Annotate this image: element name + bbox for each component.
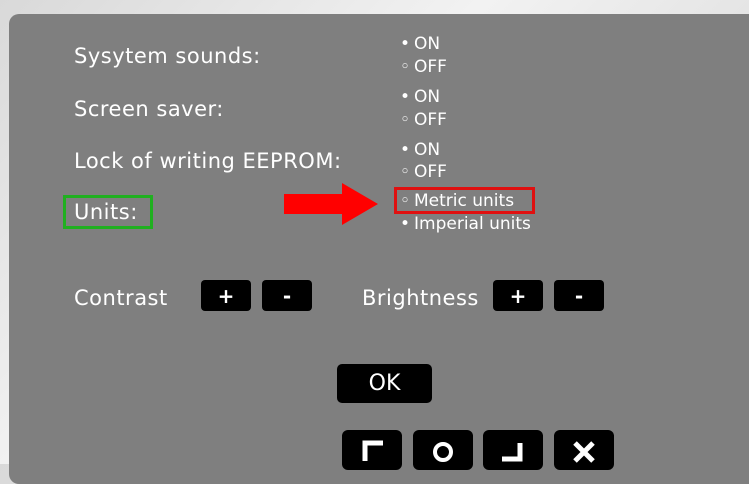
option-label: Metric units	[414, 191, 515, 211]
imperial-units-option[interactable]: • Imperial units	[400, 214, 531, 234]
radio-unselected-icon: ◦	[400, 57, 411, 77]
radio-unselected-icon: ◦	[400, 110, 411, 130]
units-label: Units:	[74, 200, 138, 224]
radio-unselected-icon: ◦	[400, 162, 411, 182]
radio-selected-icon: •	[400, 214, 411, 234]
contrast-minus-button[interactable]: -	[262, 280, 312, 311]
radio-unselected-icon: ◦	[400, 191, 411, 211]
nav-corner-bottom-right-button[interactable]	[483, 430, 543, 470]
brightness-plus-button[interactable]: +	[493, 280, 543, 311]
ok-button[interactable]: OK	[337, 364, 432, 403]
eeprom-lock-on-option[interactable]: • ON	[400, 140, 440, 160]
contrast-label: Contrast	[74, 286, 168, 310]
option-label: OFF	[414, 57, 447, 77]
eeprom-lock-off-option[interactable]: ◦ OFF	[400, 162, 447, 182]
radio-selected-icon: •	[400, 140, 411, 160]
contrast-plus-button[interactable]: +	[201, 280, 251, 311]
circle-icon	[433, 442, 453, 462]
brightness-label: Brightness	[362, 286, 479, 310]
metric-units-option[interactable]: ◦ Metric units	[400, 191, 514, 211]
system-sounds-label: Sysytem sounds:	[74, 44, 261, 68]
screen-saver-label: Screen saver:	[74, 97, 224, 121]
option-label: Imperial units	[414, 214, 531, 234]
radio-selected-icon: •	[400, 34, 411, 54]
option-label: ON	[414, 140, 441, 160]
close-icon	[573, 441, 595, 463]
corner-bottom-right-icon	[502, 443, 523, 462]
settings-panel	[9, 14, 749, 484]
screen-saver-on-option[interactable]: • ON	[400, 87, 440, 107]
nav-close-button[interactable]	[554, 430, 614, 470]
system-sounds-on-option[interactable]: • ON	[400, 34, 440, 54]
option-label: OFF	[414, 110, 447, 130]
nav-circle-button[interactable]	[413, 430, 473, 470]
radio-selected-icon: •	[400, 87, 411, 107]
option-label: ON	[414, 87, 441, 107]
option-label: ON	[414, 34, 441, 54]
nav-corner-top-left-button[interactable]	[342, 430, 402, 470]
screen-saver-off-option[interactable]: ◦ OFF	[400, 110, 447, 130]
option-label: OFF	[414, 162, 447, 182]
red-arrow-icon	[284, 183, 378, 225]
corner-top-left-icon	[362, 440, 383, 461]
brightness-minus-button[interactable]: -	[554, 280, 604, 311]
eeprom-lock-label: Lock of writing EEPROM:	[74, 149, 342, 173]
system-sounds-off-option[interactable]: ◦ OFF	[400, 57, 447, 77]
